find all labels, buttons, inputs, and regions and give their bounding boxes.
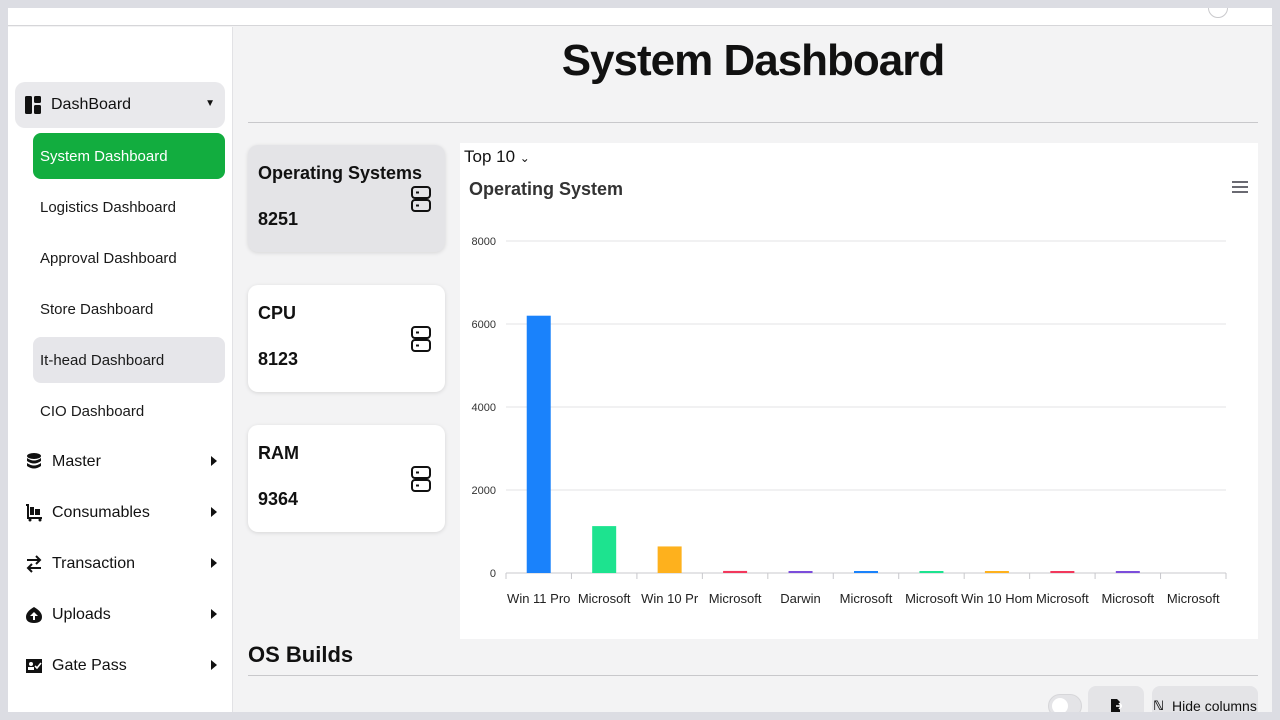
sidebar-item-label: Gate Pass — [52, 657, 127, 674]
sidebar-item-consumables[interactable]: Consumables — [15, 490, 225, 536]
bar-chart: 02000400060008000Win 11 Pro Microsoft Win … — [472, 236, 1227, 606]
stat-card-label: CPU — [258, 303, 297, 323]
stat-card-value: 8251 — [258, 209, 299, 229]
chart-panel: Top 10 ⌄ Operating System 0 2000 4000 6000 8… — [460, 143, 1258, 639]
gate-pass-icon — [25, 657, 43, 675]
hide-columns-button[interactable]: ℕ Hide columns — [1152, 686, 1258, 712]
x-tick-label: Microsoft — [840, 591, 893, 606]
columns-icon: ℕ — [1153, 698, 1165, 712]
stat-card-operating-systems[interactable]: Operating Systems 8251 — [248, 145, 445, 252]
stat-card-value: 8123 — [258, 349, 299, 369]
top-bar — [8, 8, 1272, 26]
export-button[interactable] — [1088, 686, 1144, 712]
cart-icon — [25, 504, 43, 522]
x-tick-label: Microsoft — [1036, 591, 1089, 606]
app-window: DashBoard ▼ System Dashboard Logistics D… — [8, 8, 1272, 712]
x-tick-label: Microsoft — [1167, 591, 1220, 606]
chevron-right-icon — [211, 507, 217, 517]
sidebar-item-uploads[interactable]: Uploads — [15, 592, 225, 638]
bar — [723, 570, 748, 573]
chevron-right-icon — [211, 456, 217, 466]
x-tick-label: Win 10 Hom — [961, 591, 1033, 606]
x-tick-label: Win 10 Pr — [641, 591, 699, 606]
sidebar-item-gate-pass[interactable]: Gate Pass — [15, 643, 225, 689]
y-tick-label: 8000 — [472, 236, 496, 248]
sidebar-group-dashboard[interactable]: DashBoard ▼ — [15, 82, 225, 128]
bar — [919, 571, 944, 573]
sidebar: DashBoard ▼ System Dashboard Logistics D… — [8, 27, 233, 712]
sidebar-item-label: Logistics Dashboard — [40, 198, 176, 216]
sidebar-item-label: It-head Dashboard — [40, 351, 165, 369]
x-tick-label: Microsoft — [1101, 591, 1154, 606]
y-tick-label: 2000 — [472, 485, 496, 497]
stat-card-value: 9364 — [258, 489, 299, 509]
sidebar-item-label: System Dashboard — [40, 147, 168, 165]
stat-card-cpu[interactable]: CPU 8123 — [248, 285, 445, 392]
stat-card-ram[interactable]: RAM 9364 — [248, 425, 445, 532]
upload-icon — [25, 606, 43, 624]
sidebar-item-approval-dashboard[interactable]: Approval Dashboard — [33, 235, 225, 281]
bar — [657, 546, 682, 573]
chevron-right-icon — [211, 609, 217, 619]
x-tick-label: Microsoft — [905, 591, 958, 606]
sidebar-item-transaction[interactable]: Transaction — [15, 541, 225, 587]
bar — [526, 315, 551, 573]
sidebar-item-label: Master — [52, 453, 101, 470]
y-tick-label: 6000 — [472, 319, 496, 331]
sidebar-item-label: Consumables — [52, 504, 150, 521]
sidebar-item-label: Store Dashboard — [40, 300, 154, 318]
server-icon — [411, 466, 431, 492]
bar — [1115, 571, 1140, 573]
sidebar-item-label: Approval Dashboard — [40, 249, 177, 267]
chevron-right-icon — [211, 660, 217, 670]
bar — [854, 571, 878, 573]
file-export-icon — [1111, 699, 1122, 712]
swap-arrows-icon — [25, 555, 43, 573]
avatar[interactable] — [1208, 8, 1228, 18]
bar — [788, 571, 813, 573]
y-tick-label: 0 — [490, 568, 496, 580]
sidebar-item-store-dashboard[interactable]: Store Dashboard — [33, 286, 225, 332]
sidebar-item-label: Transaction — [52, 555, 135, 572]
sidebar-item-logistics-dashboard[interactable]: Logistics Dashboard — [33, 184, 225, 230]
stat-card-label: RAM — [258, 443, 299, 463]
chevron-right-icon — [211, 558, 217, 568]
title-divider — [248, 122, 1258, 123]
x-tick-label: Darwin — [780, 591, 820, 606]
server-icon — [411, 186, 431, 212]
server-icon — [411, 326, 431, 352]
bar — [984, 571, 1009, 573]
page-title: System Dashboard — [561, 36, 946, 85]
section-divider — [248, 675, 1258, 676]
hide-columns-label: Hide columns — [1172, 698, 1257, 712]
chevron-down-icon: ▼ — [205, 98, 215, 109]
sidebar-item-label: Uploads — [52, 606, 111, 623]
bar — [1050, 571, 1075, 573]
section-title: OS Builds — [248, 642, 354, 667]
y-tick-label: 4000 — [472, 402, 496, 414]
view-toggle[interactable] — [1048, 694, 1082, 712]
sidebar-item-master[interactable]: Master — [15, 439, 225, 485]
bar — [592, 526, 617, 573]
x-tick-label: Microsoft — [578, 591, 631, 606]
sidebar-group-label: DashBoard — [51, 96, 132, 113]
stat-card-label: Operating Systems — [258, 163, 423, 183]
sidebar-item-cio-dashboard[interactable]: CIO Dashboard — [33, 388, 225, 434]
database-icon — [25, 453, 43, 471]
sidebar-item-label: CIO Dashboard — [40, 402, 145, 420]
sidebar-item-system-dashboard[interactable]: System Dashboard — [33, 133, 225, 179]
x-tick-label: Microsoft — [709, 591, 762, 606]
dashboard-icon — [25, 96, 41, 114]
x-tick-label: Win 11 Pro — [507, 591, 570, 606]
sidebar-item-it-head-dashboard[interactable]: It-head Dashboard — [33, 337, 225, 383]
